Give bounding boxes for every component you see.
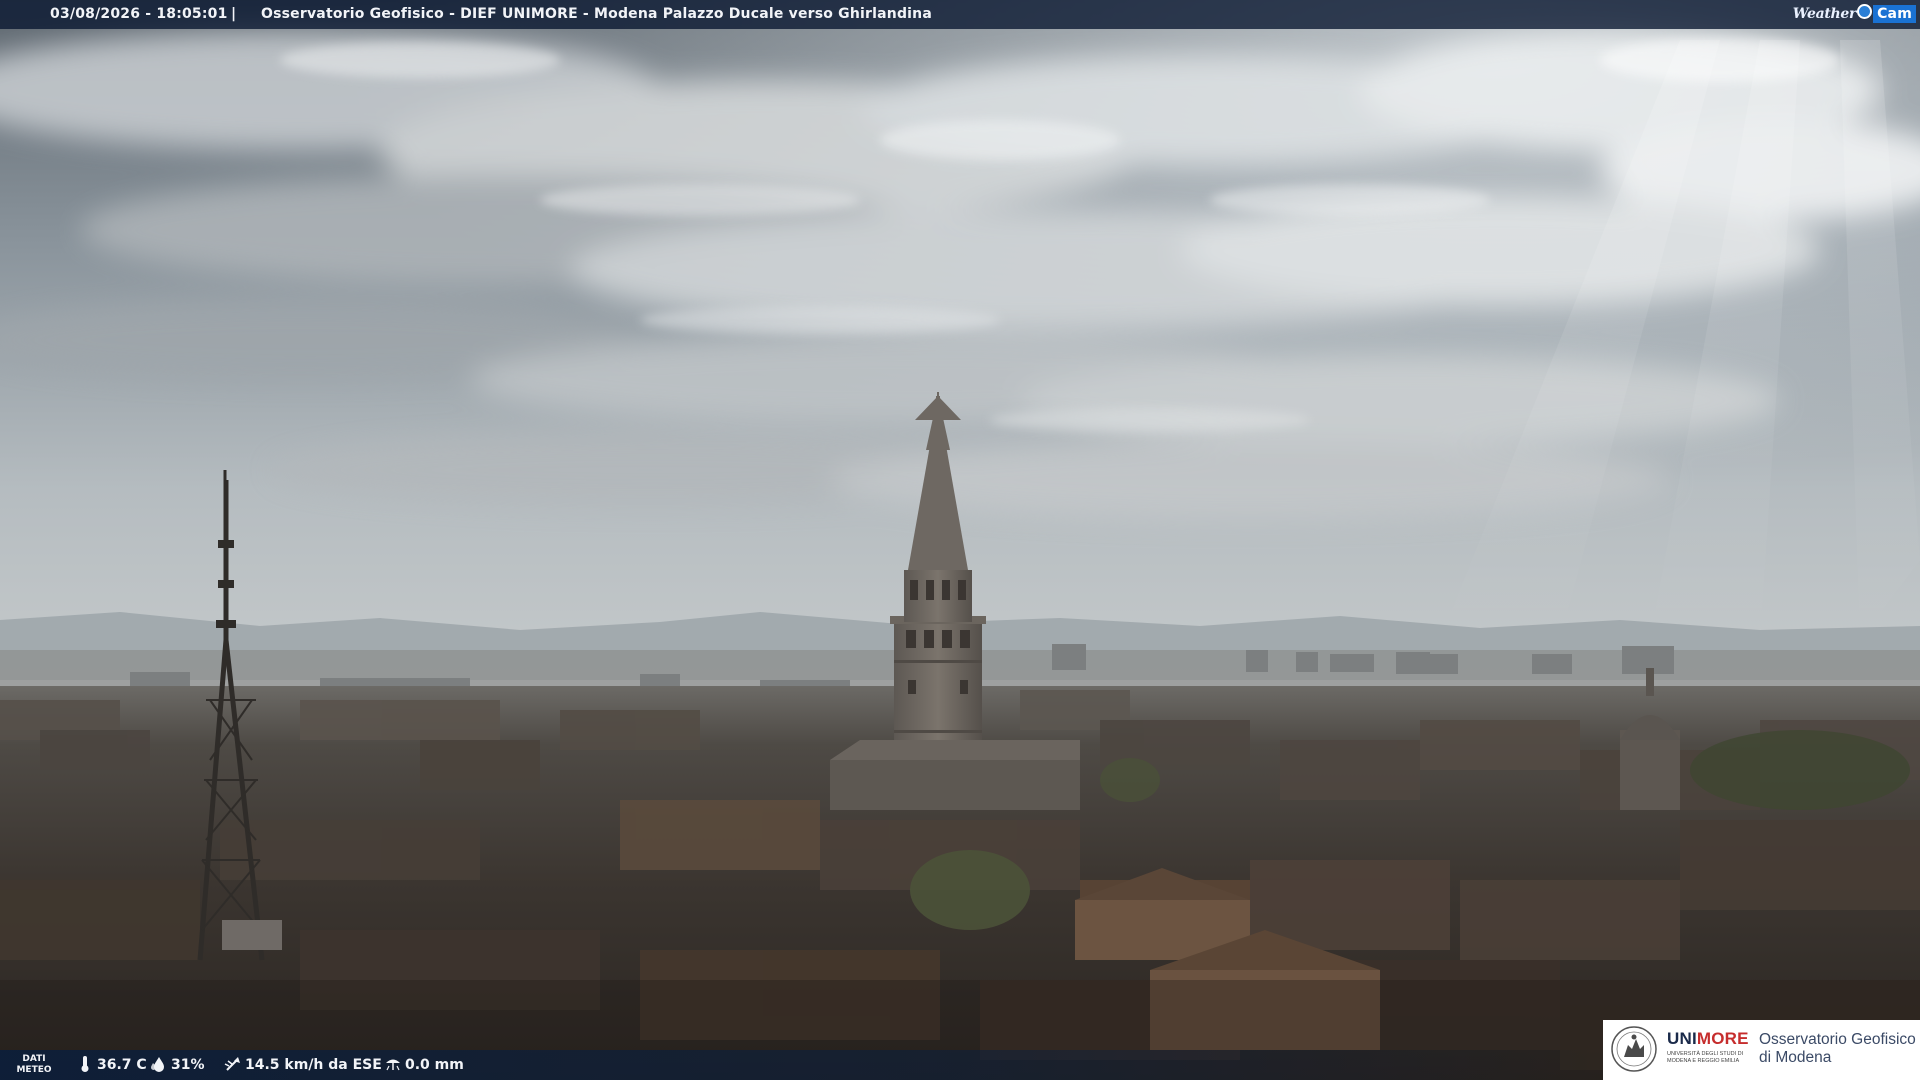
humidity-value: 31% [171,1057,205,1073]
rain-icon [386,1059,400,1071]
timestamp: 03/08/2026 - 18:05:01 [50,6,228,22]
weather-data-bar: DATI METEO 36.7 C 31% 14.5 km/h da ESE 0… [0,1050,1600,1080]
droplet-icon [151,1057,164,1072]
rain-reading: 0.0 mm [384,1050,464,1080]
observatory-name-line2: di Modena [1759,1049,1832,1066]
humidity-reading: 31% [150,1050,205,1080]
brand-weather-text: Weather [1792,6,1857,22]
observatory-name-line1: Osservatorio Geofisico [1759,1031,1916,1048]
weathercam-logo: Weather Cam [1793,3,1916,26]
unimore-name: UNIMORE [1667,1029,1749,1049]
wind-value: 14.5 km/h da ESE [245,1057,382,1073]
weather-data-label: DATI METEO [16,1054,52,1076]
unimore-subtitle: UNIVERSITÀ DEGLI STUDI DI MODENA E REGGI… [1667,1051,1744,1064]
weather-data-label-line2: METEO [16,1065,52,1075]
brand-cam-text: Cam [1873,5,1916,23]
weather-data-label-line1: DATI [22,1054,46,1064]
rain-value: 0.0 mm [405,1057,464,1073]
top-overlay-bar: 03/08/2026 - 18:05:01 | Osservatorio Geo… [0,0,1920,29]
observatory-name: Osservatorio Geofisico di Modena [1759,1031,1916,1067]
unimore-name-more: MORE [1696,1029,1749,1048]
webcam-frame: 03/08/2026 - 18:05:01 | Osservatorio Geo… [0,0,1920,1080]
thermometer-icon [81,1056,89,1072]
unimore-name-uni: UNI [1667,1029,1697,1048]
temperature-value: 36.7 C [97,1057,147,1073]
wind-reading: 14.5 km/h da ESE [224,1050,382,1080]
temperature-reading: 36.7 C [76,1050,147,1080]
camera-caption: Osservatorio Geofisico - DIEF UNIMORE - … [261,6,932,22]
brand-dot-icon [1857,4,1873,19]
unimore-seal-icon [1611,1026,1657,1072]
wind-icon [224,1057,240,1071]
caption-separator: | [231,6,237,22]
unimore-logo-box: UNIMORE UNIVERSITÀ DEGLI STUDI DI MODENA… [1603,1020,1920,1080]
webcam-image [0,0,1920,1080]
